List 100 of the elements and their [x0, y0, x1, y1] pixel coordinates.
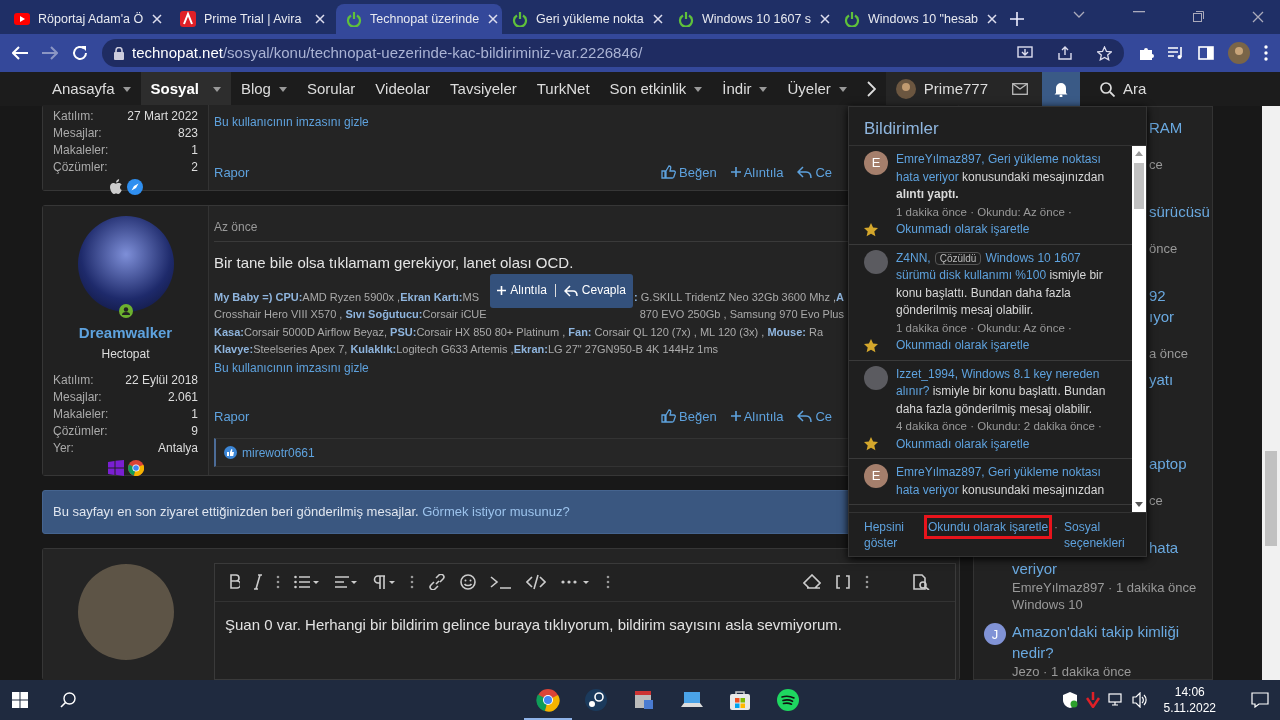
- link-icon[interactable]: [428, 574, 446, 590]
- vertical-dots-icon[interactable]: [410, 574, 414, 590]
- close-icon[interactable]: [151, 13, 164, 25]
- topic-title-fragment[interactable]: sürücüsü: [1149, 201, 1212, 222]
- nav-tab[interactable]: Tavsiyeler: [440, 72, 527, 106]
- paragraph-icon[interactable]: [372, 574, 396, 590]
- reply-button[interactable]: Cevapla: [563, 281, 626, 300]
- puzzle-icon[interactable]: [1138, 45, 1154, 61]
- nav-tab[interactable]: Üyeler: [777, 72, 857, 106]
- signature-toggle-link[interactable]: Bu kullanıcının imzasını gizle: [214, 358, 369, 377]
- app-window-icon[interactable]: [632, 688, 656, 712]
- nav-tab[interactable]: Videolar: [365, 72, 441, 106]
- steam-icon[interactable]: [584, 688, 608, 712]
- close-icon[interactable]: [487, 13, 500, 25]
- nav-tab[interactable]: Son etkinlik: [599, 72, 713, 106]
- topic-title-fragment[interactable]: RAM: [1149, 117, 1212, 138]
- caret-icon[interactable]: [278, 86, 287, 92]
- mark-unread-link[interactable]: Okunmadı olarak işaretle: [896, 221, 1030, 239]
- scrollbar-thumb[interactable]: [1134, 163, 1145, 209]
- topic-title-fragment[interactable]: yatı: [1149, 369, 1212, 390]
- reply-link[interactable]: Ce: [797, 162, 832, 182]
- network-icon[interactable]: [1107, 692, 1124, 708]
- vertical-dots-icon[interactable]: [606, 574, 610, 590]
- mail-icon[interactable]: [1012, 83, 1029, 95]
- brackets-icon[interactable]: [835, 574, 851, 590]
- footer-link[interactable]: Sosyal seçenekleri: [1064, 519, 1125, 556]
- terminal-icon[interactable]: [490, 574, 512, 590]
- footer-link[interactable]: Hepsini göster: [864, 519, 914, 556]
- vertical-dots-icon[interactable]: [276, 574, 280, 590]
- chrome-icon[interactable]: [536, 688, 560, 712]
- caret-icon[interactable]: [212, 86, 221, 92]
- caret-icon[interactable]: [838, 86, 847, 92]
- address-bar[interactable]: technopat.net/sosyal/konu/technopat-uezerinde-kac-bildiriminiz-var.2226846/: [102, 39, 1124, 67]
- align-icon[interactable]: [334, 574, 358, 590]
- code-icon[interactable]: [526, 574, 546, 590]
- antivirus-icon[interactable]: [1085, 692, 1100, 708]
- shield-icon[interactable]: [1061, 692, 1078, 708]
- report-link[interactable]: Rapor: [214, 406, 250, 426]
- signature-toggle-link[interactable]: Bu kullanıcının imzasını gizle: [214, 113, 369, 131]
- notice-link[interactable]: Görmek istiyor musunuz?: [422, 504, 570, 519]
- menu-dots-icon[interactable]: [1264, 45, 1268, 61]
- sidebar-icon[interactable]: [1198, 46, 1214, 60]
- store-icon[interactable]: [728, 688, 752, 712]
- reply-link[interactable]: Ce: [797, 406, 832, 426]
- nav-tab[interactable]: Sorular: [296, 72, 366, 106]
- topic-title-link[interactable]: veriyor: [1012, 558, 1204, 579]
- browser-tab[interactable]: Prime Trial | Avira: [170, 4, 336, 34]
- username[interactable]: Dreamwalker: [53, 322, 198, 345]
- bold-icon[interactable]: [229, 574, 240, 590]
- plus-icon[interactable]: [1010, 12, 1024, 26]
- scroll-up-icon[interactable]: [1135, 151, 1144, 156]
- bell-icon[interactable]: [1054, 81, 1069, 97]
- windows-start-icon[interactable]: [12, 692, 28, 708]
- close-icon[interactable]: [1252, 11, 1264, 23]
- liker-name[interactable]: mirewotr0661: [242, 443, 315, 462]
- spotify-icon[interactable]: [776, 688, 800, 712]
- search-icon[interactable]: [60, 692, 76, 708]
- search-button[interactable]: Ara: [1090, 72, 1157, 106]
- topic-title-fragment[interactable]: hata: [1149, 537, 1179, 558]
- browser-tab[interactable]: Technopat üzerinde: [336, 4, 502, 34]
- nav-tab[interactable]: Anasayfa: [42, 72, 141, 106]
- browser-tab[interactable]: Windows 10 "hesab: [834, 4, 1000, 34]
- mark-unread-link[interactable]: Okunmadı olarak işaretle: [896, 435, 1030, 453]
- star-outline-icon[interactable]: [1097, 45, 1112, 61]
- clock-date[interactable]: 5.11.2022: [1163, 700, 1216, 716]
- quote-link[interactable]: Alıntıla: [730, 406, 784, 426]
- scrollbar-thumb[interactable]: [1265, 451, 1277, 546]
- clock-time[interactable]: 14:06: [1163, 684, 1216, 700]
- profile-avatar-icon[interactable]: [1228, 42, 1250, 64]
- quote-link[interactable]: Alıntıla: [730, 162, 784, 182]
- chevron-right-icon[interactable]: [866, 81, 876, 97]
- notification-icon[interactable]: [1251, 692, 1269, 708]
- like-link[interactable]: Beğen: [661, 162, 717, 182]
- close-icon[interactable]: [819, 13, 832, 25]
- nav-tab[interactable]: Blog: [230, 72, 297, 106]
- quote-button[interactable]: Alıntıla: [497, 281, 547, 300]
- eraser-icon[interactable]: [803, 574, 821, 590]
- caret-icon[interactable]: [694, 86, 703, 92]
- restore-icon[interactable]: [1193, 11, 1204, 22]
- smiley-icon[interactable]: [460, 574, 476, 590]
- list-icon[interactable]: [294, 574, 320, 590]
- topic-title-link[interactable]: Amazon'daki takip kimliği nedir?: [1012, 621, 1204, 663]
- share-icon[interactable]: [1057, 45, 1073, 60]
- reload-icon[interactable]: [72, 45, 88, 61]
- topic-title-fragment[interactable]: ıyor: [1149, 306, 1212, 327]
- preview-icon[interactable]: [911, 574, 931, 590]
- scroll-down-icon[interactable]: [1135, 502, 1144, 507]
- mark-unread-link[interactable]: Okunmadı olarak işaretle: [896, 337, 1030, 355]
- nav-tab[interactable]: Sosyal: [140, 72, 231, 106]
- caret-icon[interactable]: [759, 86, 768, 92]
- chevron-down-icon[interactable]: [1073, 11, 1085, 19]
- topic-title-fragment[interactable]: 92: [1149, 285, 1212, 306]
- speaker-icon[interactable]: [1131, 692, 1148, 708]
- minimize-icon[interactable]: [1133, 11, 1145, 13]
- nav-tab[interactable]: TurkNet: [526, 72, 600, 106]
- report-link[interactable]: Rapor: [214, 162, 250, 182]
- forward-arrow-icon[interactable]: [42, 46, 58, 60]
- nav-tab[interactable]: İndir: [712, 72, 778, 106]
- media-queue-icon[interactable]: [1168, 46, 1184, 60]
- install-icon[interactable]: [1017, 45, 1033, 60]
